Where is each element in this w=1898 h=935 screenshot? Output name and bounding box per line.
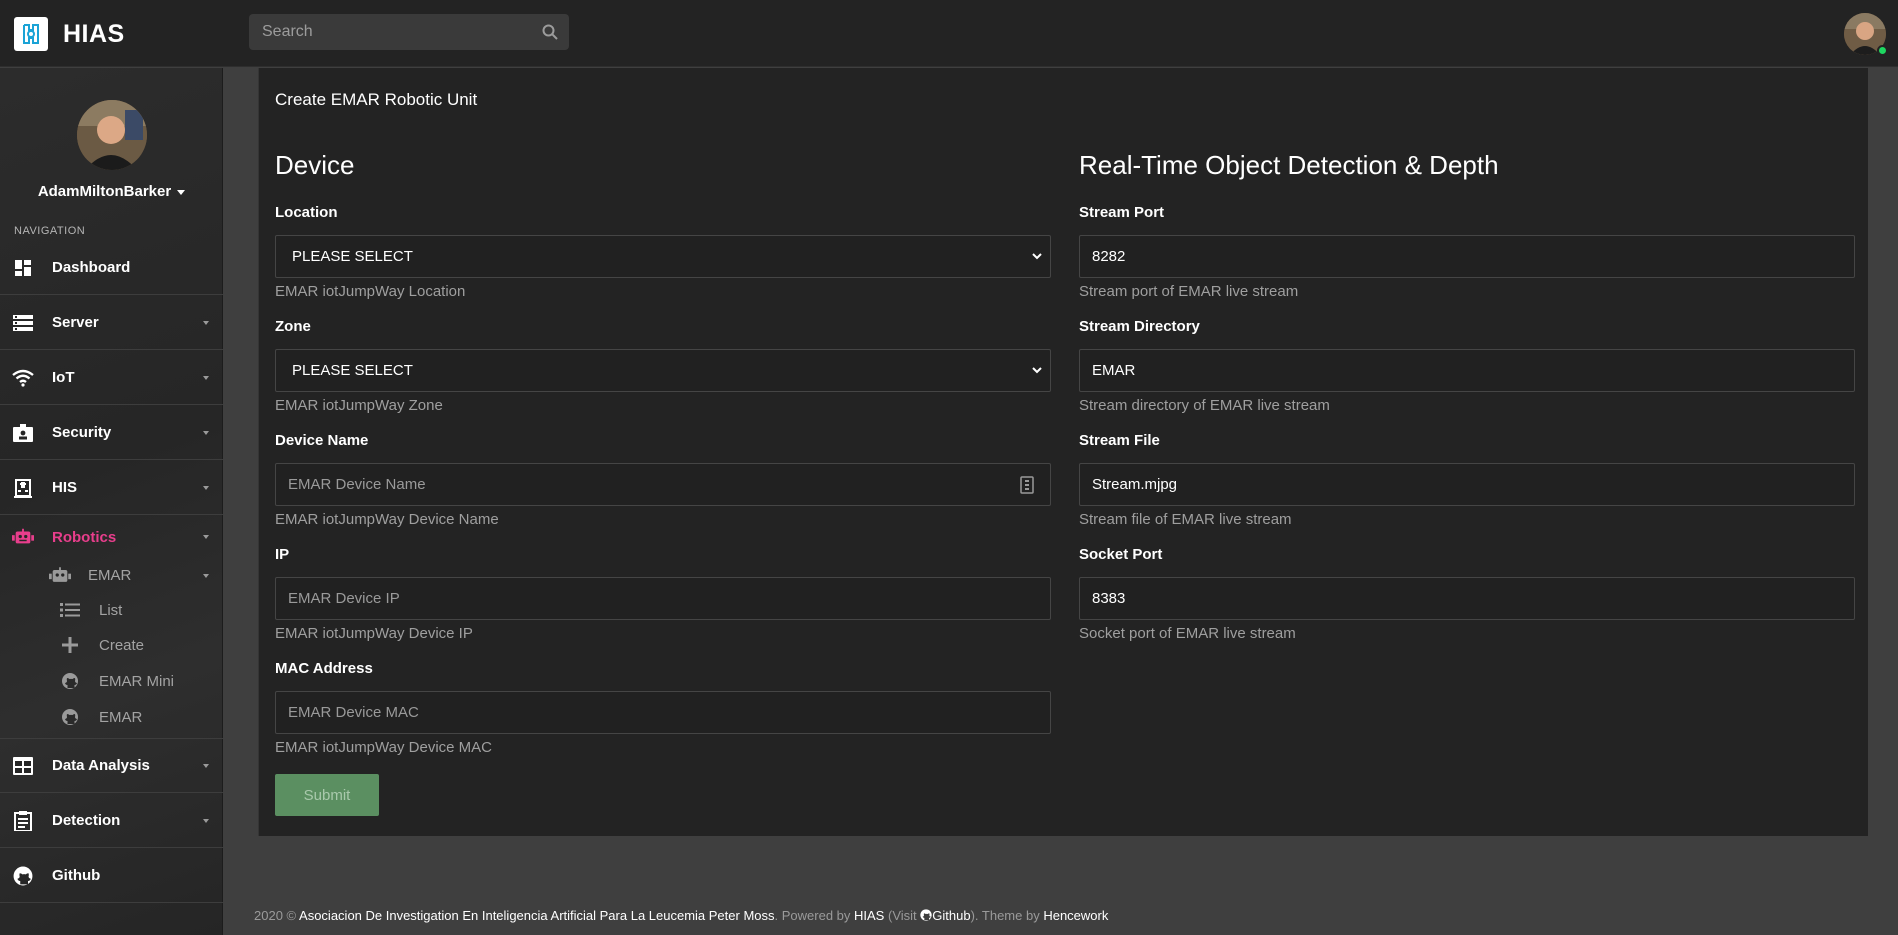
github-icon xyxy=(59,706,81,728)
zone-select[interactable]: PLEASE SELECT xyxy=(275,349,1051,392)
github-icon xyxy=(12,865,34,887)
sidebar-item-detection[interactable]: Detection xyxy=(0,794,223,848)
chevron-down-icon xyxy=(1030,249,1044,268)
section-title-detection: Real-Time Object Detection & Depth xyxy=(1079,150,1499,180)
chevron-down-icon xyxy=(203,375,209,380)
hias-logo-icon xyxy=(14,17,48,51)
table-icon xyxy=(12,755,34,777)
create-form-card: Create EMAR Robotic Unit Device Location… xyxy=(258,68,1868,836)
github-icon xyxy=(920,908,932,923)
search-box xyxy=(249,14,569,50)
socket-port-field xyxy=(1079,577,1855,620)
ip-help: EMAR iotJumpWay Device IP xyxy=(275,625,473,642)
device-name-help: EMAR iotJumpWay Device Name xyxy=(275,511,499,528)
stream-port-label: Stream Port xyxy=(1079,204,1165,221)
stream-file-label: Stream File xyxy=(1079,432,1160,449)
socket-port-help: Socket port of EMAR live stream xyxy=(1079,625,1296,642)
footer-hias-link[interactable]: HIAS xyxy=(854,908,884,923)
sidebar-subitem-list[interactable]: List xyxy=(0,593,223,627)
ip-label: IP xyxy=(275,546,290,563)
sidebar-item-his[interactable]: HIS xyxy=(0,461,223,515)
chevron-down-icon xyxy=(177,189,186,195)
stream-port-input[interactable] xyxy=(1080,236,1854,277)
github-icon xyxy=(59,670,81,692)
hospital-icon xyxy=(12,477,34,499)
online-status-dot xyxy=(1877,45,1888,56)
list-icon xyxy=(59,599,81,621)
stream-dir-help: Stream directory of EMAR live stream xyxy=(1079,397,1330,414)
chevron-down-icon xyxy=(203,485,209,490)
brand-name: HIAS xyxy=(63,19,125,48)
footer-github-link[interactable]: Github xyxy=(932,908,970,923)
card-title: Create EMAR Robotic Unit xyxy=(275,90,478,109)
robot-icon xyxy=(12,526,34,548)
ip-field xyxy=(275,577,1051,620)
wifi-icon xyxy=(12,367,34,389)
footer-org-link[interactable]: Asociacion De Investigation En Inteligen… xyxy=(299,908,774,923)
stream-file-input[interactable] xyxy=(1080,464,1854,505)
keypad-icon[interactable] xyxy=(1020,476,1034,499)
badge-icon xyxy=(12,422,34,444)
sidebar-subitem-emar-mini[interactable]: EMAR Mini xyxy=(0,664,223,698)
stream-file-help: Stream file of EMAR live stream xyxy=(1079,511,1292,528)
dashboard-icon xyxy=(12,257,34,279)
stream-dir-input[interactable] xyxy=(1080,350,1854,391)
zone-help: EMAR iotJumpWay Zone xyxy=(275,397,443,414)
sidebar: AdamMiltonBarker NAVIGATION Dashboard Se… xyxy=(0,68,223,935)
sidebar-item-data-analysis[interactable]: Data Analysis xyxy=(0,739,223,793)
search-icon[interactable] xyxy=(541,23,559,46)
sidebar-subitem-emar-github[interactable]: EMAR xyxy=(0,700,223,734)
server-icon xyxy=(12,312,34,334)
chevron-down-icon xyxy=(203,535,209,539)
profile-name[interactable]: AdamMiltonBarker xyxy=(0,183,223,200)
stream-port-help: Stream port of EMAR live stream xyxy=(1079,283,1299,300)
location-help: EMAR iotJumpWay Location xyxy=(275,283,466,300)
mac-help: EMAR iotJumpWay Device MAC xyxy=(275,739,492,756)
mac-field xyxy=(275,691,1051,734)
zone-label: Zone xyxy=(275,318,311,335)
chevron-down-icon xyxy=(203,763,209,768)
mac-label: MAC Address xyxy=(275,660,373,677)
footer-theme-link[interactable]: Hencework xyxy=(1043,908,1108,923)
device-name-input[interactable] xyxy=(276,464,1050,505)
stream-port-field xyxy=(1079,235,1855,278)
robot-icon xyxy=(49,564,71,586)
ip-input[interactable] xyxy=(276,578,1050,619)
section-title-device: Device xyxy=(275,150,355,180)
socket-port-label: Socket Port xyxy=(1079,546,1163,563)
brand[interactable]: HIAS xyxy=(14,16,125,52)
sidebar-item-robotics[interactable]: Robotics xyxy=(0,516,223,558)
location-label: Location xyxy=(275,204,338,221)
location-select[interactable]: PLEASE SELECT xyxy=(275,235,1051,278)
device-name-label: Device Name xyxy=(275,432,369,449)
sidebar-item-iot[interactable]: IoT xyxy=(0,351,223,405)
top-bar: HIAS xyxy=(0,0,1898,67)
chevron-down-icon xyxy=(1030,363,1044,382)
chevron-down-icon xyxy=(203,818,209,823)
profile-avatar[interactable] xyxy=(77,100,147,170)
submit-button[interactable]: Submit xyxy=(275,774,379,816)
sidebar-item-dashboard[interactable]: Dashboard xyxy=(0,241,223,295)
footer: 2020 © Asociacion De Investigation En In… xyxy=(254,908,1109,923)
chevron-down-icon xyxy=(203,320,209,325)
sidebar-subitem-emar[interactable]: EMAR xyxy=(0,561,223,589)
mac-input[interactable] xyxy=(276,692,1050,733)
stream-file-field xyxy=(1079,463,1855,506)
sidebar-item-github[interactable]: Github xyxy=(0,849,223,903)
stream-dir-label: Stream Directory xyxy=(1079,318,1200,335)
clipboard-icon xyxy=(12,810,34,832)
plus-icon xyxy=(59,634,81,656)
sidebar-subitem-create[interactable]: Create xyxy=(0,628,223,662)
sidebar-item-security[interactable]: Security xyxy=(0,406,223,460)
chevron-down-icon xyxy=(203,430,209,435)
socket-port-input[interactable] xyxy=(1080,578,1854,619)
search-input[interactable] xyxy=(249,14,529,50)
stream-dir-field xyxy=(1079,349,1855,392)
chevron-down-icon xyxy=(203,574,209,578)
device-name-field xyxy=(275,463,1051,506)
sidebar-item-server[interactable]: Server xyxy=(0,296,223,350)
nav-heading: NAVIGATION xyxy=(14,225,86,237)
